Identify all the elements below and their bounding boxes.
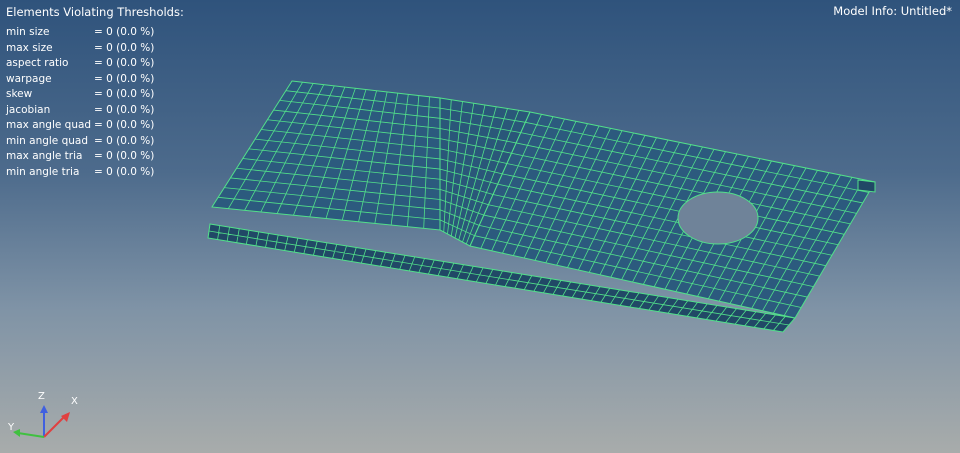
metric-value: = 0 (0.0 %) bbox=[94, 134, 155, 147]
metric-row: max size = 0 (0.0 %) bbox=[6, 41, 174, 57]
axis-triad[interactable]: Z X Y bbox=[0, 385, 90, 453]
metric-name: max size bbox=[6, 41, 53, 54]
x-axis-label: X bbox=[71, 396, 78, 407]
model-info-label: Model Info: Untitled* bbox=[833, 4, 952, 18]
metric-row: skew = 0 (0.0 %) bbox=[6, 87, 174, 103]
metric-value: = 0 (0.0 %) bbox=[94, 150, 155, 162]
metric-value: = 0 (0.0 %) bbox=[94, 72, 155, 85]
metric-name: jacobian bbox=[6, 103, 51, 116]
metric-row: max angle quad = 0 (0.0 %) bbox=[6, 118, 174, 134]
metric-name: max angle tria bbox=[6, 150, 83, 162]
metric-name: min angle quad bbox=[6, 134, 89, 147]
metric-value: = 0 (0.0 %) bbox=[94, 103, 155, 116]
metric-name: aspect ratio bbox=[6, 57, 69, 69]
metric-name: warpage bbox=[6, 72, 52, 85]
metric-row: jacobian = 0 (0.0 %) bbox=[6, 103, 174, 119]
metric-value: = 0 (0.0 %) bbox=[94, 26, 155, 38]
metric-row: warpage = 0 (0.0 %) bbox=[6, 72, 174, 88]
metric-value: = 0 (0.0 %) bbox=[94, 119, 155, 131]
y-axis-line bbox=[17, 432, 45, 438]
right-flange bbox=[857, 179, 876, 193]
metric-value: = 0 (0.0 %) bbox=[94, 57, 155, 69]
metric-name: max angle quad bbox=[6, 119, 92, 131]
z-axis-arrow bbox=[40, 405, 48, 413]
metric-name: min angle tria bbox=[6, 165, 80, 178]
metric-row: min angle quad = 0 (0.0 %) bbox=[6, 134, 174, 150]
violations-title: Elements Violating Thresholds: bbox=[6, 5, 184, 19]
metric-value: = 0 (0.0 %) bbox=[94, 165, 155, 178]
metric-value: = 0 (0.0 %) bbox=[94, 88, 155, 100]
metric-name: min size bbox=[6, 26, 50, 38]
metric-row: aspect ratio = 0 (0.0 %) bbox=[6, 56, 174, 72]
metric-row: max angle tria = 0 (0.0 %) bbox=[6, 149, 174, 165]
metric-value: = 0 (0.0 %) bbox=[94, 41, 155, 54]
threshold-metrics-list: min size = 0 (0.0 %) max size = 0 (0.0 %) … bbox=[6, 25, 174, 180]
graphics-viewport[interactable]: Elements Violating Thresholds: Model Inf… bbox=[0, 0, 960, 453]
y-axis-label: Y bbox=[8, 422, 15, 433]
hole-cutout bbox=[677, 191, 759, 245]
metric-name: skew bbox=[6, 88, 33, 100]
x-axis-line bbox=[43, 414, 67, 438]
z-axis-label: Z bbox=[38, 391, 45, 402]
x-axis-arrow bbox=[61, 412, 70, 422]
metric-row: min angle tria = 0 (0.0 %) bbox=[6, 165, 174, 181]
metric-row: min size = 0 (0.0 %) bbox=[6, 25, 174, 41]
